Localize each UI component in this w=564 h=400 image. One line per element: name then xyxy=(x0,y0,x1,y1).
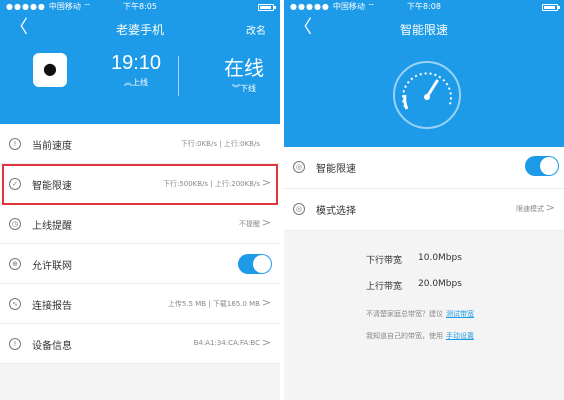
toggle-knob xyxy=(540,157,558,175)
device-summary: ● 19:10 ︽上线 在线 ︾下线 xyxy=(0,42,280,124)
double-chevron-up-icon: ︽ xyxy=(124,78,132,87)
row-value: 上传5.5 MB | 下载165.0 MB xyxy=(167,300,260,308)
row-value: 下行:500KB/s | 上行:200KB/s xyxy=(162,180,260,188)
row-allow-internet: ⊕ 允许联网 xyxy=(0,244,280,284)
test-bandwidth-hint: 不清楚家庭总带宽？建议 测试带宽 xyxy=(366,310,474,318)
settings-list: ! 当前速度 下行:0KB/s | 上行:0KB/s ✓ 智能限速 下行:500… xyxy=(0,124,280,364)
online-status-caption: ︾下线 xyxy=(232,84,256,93)
battery-icon xyxy=(258,4,276,11)
globe-icon: ⊕ xyxy=(9,258,21,270)
online-time-caption: ︽上线 xyxy=(124,78,148,87)
device-header: ●●●●● 中国移动 ⌔ 下午8:05 〈 老婆手机 改名 ● 19:10 ︽上线… xyxy=(0,0,280,124)
settings-icon: ◎ xyxy=(293,203,305,215)
row-value: 不提醒 xyxy=(239,220,260,228)
status-bar: ●●●●● 中国移动 ⌔ 下午8:05 xyxy=(0,0,280,14)
device-avatar: ● xyxy=(33,53,67,87)
manual-setting-link[interactable]: 手动设置 xyxy=(446,332,474,340)
divider xyxy=(178,56,179,96)
online-time: 19:10 ︽上线 xyxy=(108,52,164,88)
speedometer-icon xyxy=(393,61,461,129)
upload-bandwidth-label: 上行带宽 xyxy=(366,282,403,292)
chevron-right-icon: > xyxy=(261,296,271,309)
limit-settings-list: ◎ 智能限速 ◎ 模式选择 限速模式 > xyxy=(284,147,564,231)
bandwidth-panel: 下行带宽 10.0Mbps 上行带宽 20.0Mbps 不清楚家庭总带宽？建议测… xyxy=(284,231,564,400)
row-current-speed[interactable]: ! 当前速度 下行:0KB/s | 上行:0KB/s xyxy=(0,124,280,164)
row-label: 上线提醒 xyxy=(32,221,72,232)
info-icon: ! xyxy=(9,338,21,350)
row-label: 当前速度 xyxy=(32,141,72,152)
report-icon: ∿ xyxy=(9,298,21,310)
status-time: 下午8:05 xyxy=(123,2,157,11)
row-value: 下行:0KB/s | 上行:0KB/s xyxy=(180,140,260,148)
chevron-right-icon: > xyxy=(545,201,555,214)
chevron-right-icon: > xyxy=(261,216,271,229)
row-smart-limit[interactable]: ✓ 智能限速 下行:500KB/s | 上行:200KB/s > xyxy=(0,164,280,204)
left-screen: ●●●●● 中国移动 ⌔ 下午8:05 〈 老婆手机 改名 ● 19:10 ︽上线… xyxy=(0,0,280,400)
right-screen: ●●●●● 中国移动 ⌔ 下午8:08 〈 智能限速 ◎ 智能限速 ◎ 模式选择 … xyxy=(284,0,564,400)
row-smart-limit-switch: ◎ 智能限速 xyxy=(284,147,564,189)
row-value: 限速模式 xyxy=(516,205,544,213)
apple-logo-icon: ● xyxy=(43,59,57,78)
status-bar: ●●●●● 中国移动 ⌔ 下午8:08 xyxy=(284,0,564,14)
row-label: 设备信息 xyxy=(32,341,72,352)
row-mode-select[interactable]: ◎ 模式选择 限速模式 > xyxy=(284,189,564,231)
online-time-value: 19:10 xyxy=(110,52,162,74)
download-bandwidth: 下行带宽 10.0Mbps xyxy=(366,253,462,266)
row-label: 模式选择 xyxy=(316,206,356,217)
online-status-value: 在线 xyxy=(224,56,264,80)
rename-button[interactable]: 改名 xyxy=(246,22,266,37)
alarm-icon: ◷ xyxy=(9,218,21,230)
nav-bar: 〈 老婆手机 改名 xyxy=(0,14,280,42)
download-bandwidth-label: 下行带宽 xyxy=(366,256,403,266)
row-device-info[interactable]: ! 设备信息 B4:A1:34:CA:FA:BC > xyxy=(0,324,280,364)
chevron-right-icon: > xyxy=(261,176,271,189)
row-label: 允许联网 xyxy=(32,261,72,272)
toggle-knob xyxy=(253,255,271,273)
upload-bandwidth: 上行带宽 20.0Mbps xyxy=(366,279,462,292)
info-icon: ! xyxy=(9,138,21,150)
chevron-right-icon: > xyxy=(261,336,271,349)
row-online-alert[interactable]: ◷ 上线提醒 不提醒 > xyxy=(0,204,280,244)
online-status: 在线 ︾下线 xyxy=(218,52,270,94)
speedometer-icon: ◎ xyxy=(293,161,305,173)
nav-bar: 〈 智能限速 xyxy=(284,14,564,42)
test-bandwidth-link[interactable]: 测试带宽 xyxy=(446,310,474,318)
row-label: 智能限速 xyxy=(32,181,72,192)
page-title: 老婆手机 xyxy=(115,23,164,37)
upload-bandwidth-value: 20.0Mbps xyxy=(418,279,462,289)
double-chevron-down-icon: ︾ xyxy=(232,84,240,93)
row-label: 连接报告 xyxy=(32,301,72,312)
smart-limit-toggle[interactable] xyxy=(525,156,559,176)
status-time: 下午8:08 xyxy=(407,2,441,11)
manual-setting-hint: 我知道自己的带宽，使用 手动设置 xyxy=(366,332,474,340)
row-connection-report[interactable]: ∿ 连接报告 上传5.5 MB | 下载165.0 MB > xyxy=(0,284,280,324)
limit-header: ●●●●● 中国移动 ⌔ 下午8:08 〈 智能限速 xyxy=(284,0,564,147)
row-label: 智能限速 xyxy=(316,164,356,175)
speedometer-icon: ✓ xyxy=(9,178,21,190)
allow-internet-toggle[interactable] xyxy=(238,254,272,274)
battery-icon xyxy=(542,4,560,11)
download-bandwidth-value: 10.0Mbps xyxy=(418,253,462,263)
row-value: B4:A1:34:CA:FA:BC xyxy=(193,339,260,347)
page-title: 智能限速 xyxy=(399,23,448,37)
